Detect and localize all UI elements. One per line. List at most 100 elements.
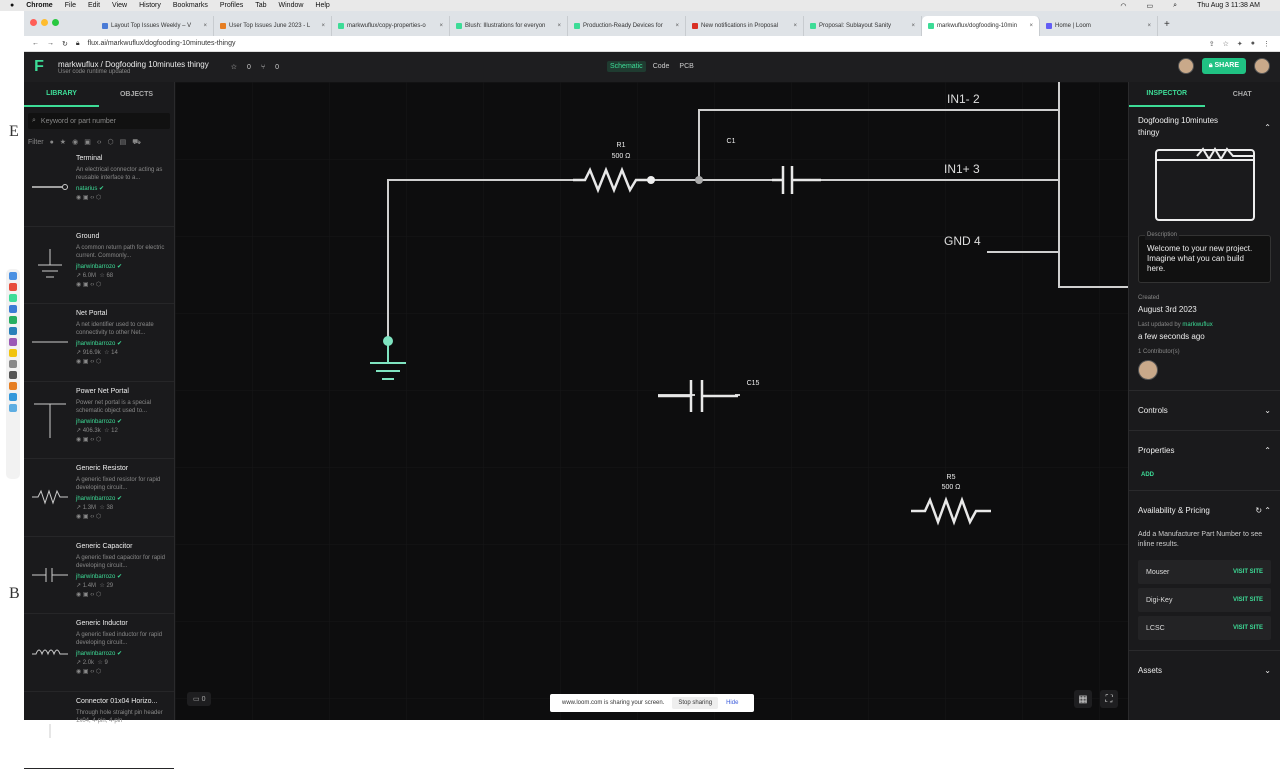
dock-app-icon[interactable] [9,272,17,280]
library-part[interactable]: Generic Inductor A generic fixed inducto… [24,614,174,692]
forward-icon[interactable]: → [47,40,54,47]
grid-icon[interactable]: ▦ [1074,690,1092,708]
team-filter-icon[interactable]: ◉ [72,138,78,146]
part-author[interactable]: jharwinbarrozo ✔ [76,495,170,502]
library-part[interactable]: Terminal An electrical connector acting … [24,149,174,227]
dock-app-icon[interactable] [9,327,17,335]
tab-close-icon[interactable]: × [911,23,915,29]
part-author[interactable]: jharwinbarrozo ✔ [76,418,170,425]
menu-chrome[interactable]: Chrome [26,2,52,9]
comments-button[interactable]: ▭ 0 [187,692,211,706]
description-field[interactable]: Description Welcome to your new project.… [1138,235,1271,283]
user-avatar[interactable] [1254,58,1270,74]
dock-app-icon[interactable] [9,294,17,302]
zoom-window-icon[interactable] [52,19,59,26]
browser-tab[interactable]: New notifications in Proposal× [686,16,804,36]
profile-icon[interactable]: ● [1251,40,1255,48]
cube-icon[interactable]: ⬡ [96,282,101,288]
visit-site-button[interactable]: VISIT SITE [1233,569,1263,575]
tab-close-icon[interactable]: × [1147,23,1151,29]
cube-icon[interactable]: ⬡ [96,514,101,520]
part-action-icon[interactable]: ◉ [76,195,81,201]
tab-pcb[interactable]: PCB [676,61,696,72]
browser-tab[interactable]: User Top Issues June 2023 - L× [214,16,332,36]
contributor-avatar[interactable] [1138,360,1158,380]
star-icon[interactable]: ☆ [231,63,237,71]
tab-close-icon[interactable]: × [793,23,797,29]
tab-schematic[interactable]: Schematic [607,61,646,72]
reload-icon[interactable]: ↻ [62,40,68,48]
tab-close-icon[interactable]: × [439,23,443,29]
part-author[interactable]: jharwinbarrozo ✔ [76,263,170,270]
new-tab-button[interactable]: + [1158,19,1176,36]
star-filter-icon[interactable]: ★ [60,138,66,146]
dock-app-icon[interactable] [9,404,17,412]
part-action-icon[interactable]: ▣ [83,669,89,675]
refresh-icon[interactable]: ↻ [1255,506,1262,515]
schematic-canvas[interactable]: R1 500 Ω C1 IN1- 2 IN1+ 3 GND 4 [175,82,1128,720]
part-action-icon[interactable]: ▣ [83,195,89,201]
project-title[interactable]: markwuflux / Dogfooding 10minutes thingy [58,60,209,69]
code-icon[interactable]: ‹› [90,669,94,675]
updated-by[interactable]: markwuflux [1182,322,1212,328]
visit-site-button[interactable]: VISIT SITE [1233,597,1263,603]
share-page-icon[interactable]: ⇪ [1209,40,1215,48]
tab-objects[interactable]: OBJECTS [99,82,174,107]
clock[interactable]: Thu Aug 3 11:38 AM [1197,2,1260,9]
tab-close-icon[interactable]: × [675,23,679,29]
cube-icon[interactable]: ⬡ [96,437,101,443]
menu-history[interactable]: History [139,2,161,9]
dock-app-icon[interactable] [9,360,17,368]
code-icon[interactable]: ‹› [90,437,94,443]
apple-icon[interactable]: ● [10,2,14,9]
more-icon[interactable]: ⋮ [1263,40,1270,48]
dock-app-icon[interactable] [9,338,17,346]
part-action-icon[interactable]: ◉ [76,669,81,675]
cube-icon[interactable]: ⬡ [96,669,101,675]
properties-section[interactable]: Properties⌃ [1129,430,1280,470]
part-action-icon[interactable]: ◉ [76,359,81,365]
search-icon[interactable]: ⌕ [1173,2,1177,10]
tab-close-icon[interactable]: × [321,23,325,29]
browser-tab[interactable]: markwuflux/copy-properties-o× [332,16,450,36]
browser-tab[interactable]: Layout Top Issues Weekly – V× [96,16,214,36]
part-action-icon[interactable]: ◉ [76,282,81,288]
pcb-filter-icon[interactable]: ▤ [120,138,127,146]
menu-view[interactable]: View [112,2,127,9]
cube-filter-icon[interactable]: ⬡ [107,138,113,146]
part-author[interactable]: natarius ✔ [76,185,170,192]
browser-tab-active[interactable]: markwuflux/dogfooding-10min× [922,16,1040,36]
battery-icon[interactable]: ▭ [1147,2,1154,10]
chevron-up-icon[interactable]: ⌃ [1264,123,1271,132]
dock-app-icon[interactable] [9,316,17,324]
menu-edit[interactable]: Edit [88,2,100,9]
library-part[interactable]: Power Net Portal Power net portal is a s… [24,382,174,460]
part-action-icon[interactable]: ▣ [83,514,89,520]
cart-filter-icon[interactable]: ⛟ [132,138,141,147]
controls-section[interactable]: Controls⌄ [1129,390,1280,430]
dock-app-icon[interactable] [9,393,17,401]
stop-sharing-button[interactable]: Stop sharing [672,697,718,709]
library-part[interactable]: Net Portal A net identifier used to crea… [24,304,174,382]
dock-app-icon[interactable] [9,349,17,357]
menu-profiles[interactable]: Profiles [220,2,243,9]
code-icon[interactable]: ‹› [90,514,94,520]
browser-tab[interactable]: Blush: Illustrations for everyon× [450,16,568,36]
back-icon[interactable]: ← [32,40,39,47]
browser-tab[interactable]: Production-Ready Devices for× [568,16,686,36]
share-button[interactable]: 🔒︎ SHARE [1202,58,1246,74]
code-icon[interactable]: ‹› [90,195,94,201]
cube-icon[interactable]: ⬡ [96,195,101,201]
url-field[interactable]: flux.ai/markwuflux/dogfooding-10minutes-… [88,40,236,47]
visit-site-button[interactable]: VISIT SITE [1233,625,1263,631]
part-action-icon[interactable]: ▣ [83,359,89,365]
avatar[interactable] [1178,58,1194,74]
library-part[interactable]: Ground A common return path for electric… [24,227,174,305]
menu-window[interactable]: Window [279,2,304,9]
code-filter-icon[interactable]: ‹› [97,139,102,146]
close-window-icon[interactable] [30,19,37,26]
filter-label[interactable]: Filter [28,139,44,146]
tab-close-icon[interactable]: × [1029,23,1033,29]
part-action-icon[interactable]: ◉ [76,514,81,520]
tab-chat[interactable]: CHAT [1205,82,1280,107]
